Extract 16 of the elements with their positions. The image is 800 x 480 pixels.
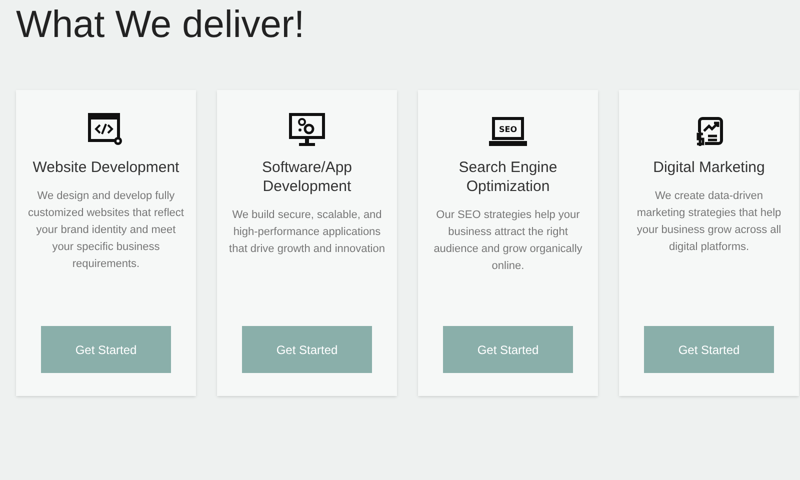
get-started-button[interactable]: Get Started (644, 326, 774, 373)
chart-dollar-icon (694, 117, 724, 147)
get-started-button[interactable]: Get Started (242, 326, 372, 373)
card-title: Search Engine Optimization (458, 158, 558, 196)
card-description: We create data-driven marketing strategies that help your business grow across all digital platforms. (636, 189, 782, 255)
card-title: Website Development (32, 158, 180, 177)
card-description: Our SEO strategies help your business attract the right audience and grow organically online. (432, 208, 584, 274)
card-title: Software/App Development (260, 158, 354, 196)
get-started-button[interactable]: Get Started (41, 326, 171, 373)
get-started-button[interactable]: Get Started (443, 326, 573, 373)
card-description: We build secure, scalable, and high-performance applications that drive growth and innovation (228, 208, 386, 257)
code-window-icon (88, 113, 124, 147)
card-title: Digital Marketing (652, 158, 766, 177)
monitor-gears-icon (289, 113, 325, 147)
section-heading: What We deliver! (15, 3, 306, 48)
card-description: We design and develop fully customized websites that reflect your brand identity and meet your specific business requirements. (27, 189, 185, 272)
